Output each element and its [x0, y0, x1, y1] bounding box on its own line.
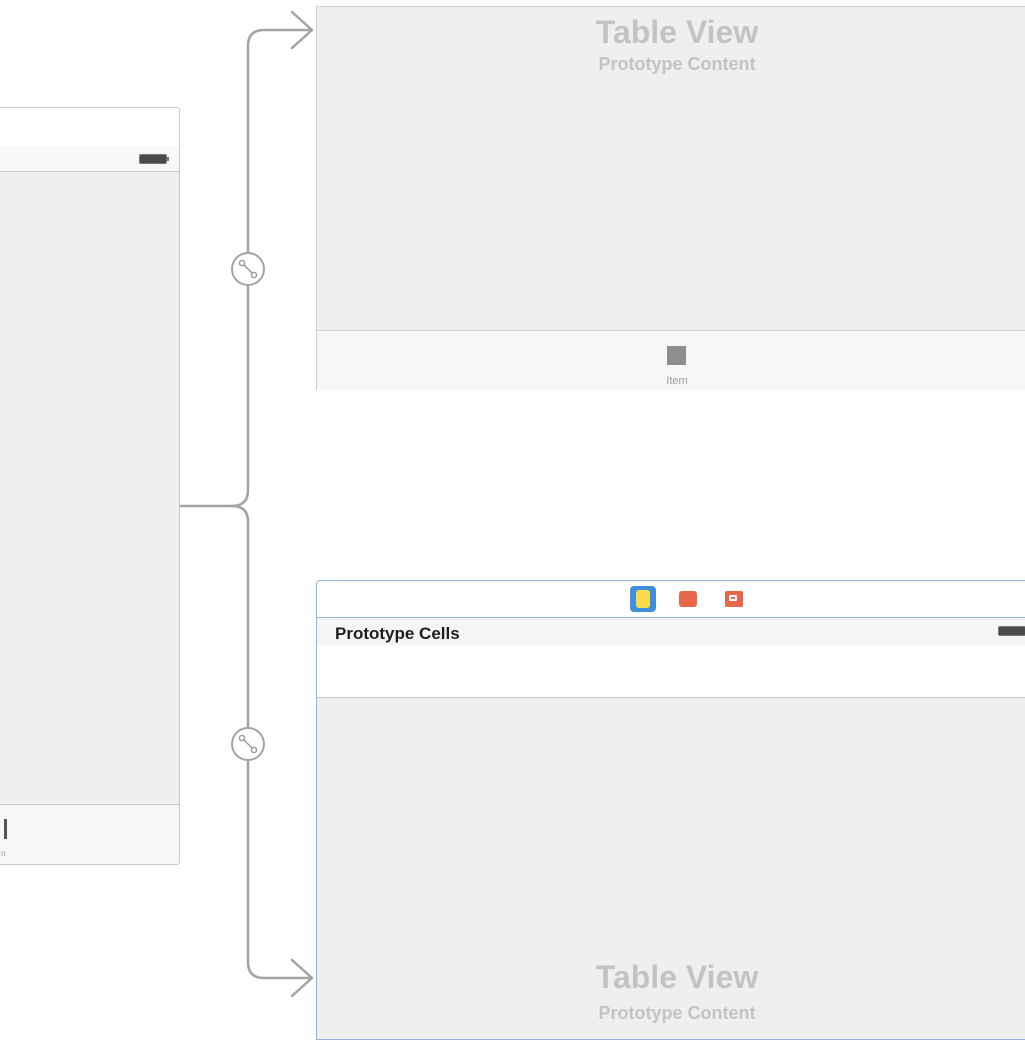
tab-item-label: Item — [666, 375, 688, 387]
tab-item-icon[interactable] — [667, 346, 686, 365]
table-view-title: Table View — [595, 14, 759, 50]
battery-icon — [139, 154, 169, 164]
tab-bar[interactable]: Item — [317, 330, 1025, 390]
table-view-controller-scene[interactable]: Prototype Cells Table View Prototype Con… — [316, 580, 1025, 1040]
tab-item-label: n — [1, 849, 6, 858]
scene-dock — [317, 581, 1025, 618]
prototype-cell[interactable] — [317, 645, 1025, 698]
battery-icon — [998, 626, 1025, 636]
prototype-cells-header: Prototype Cells — [317, 618, 1025, 645]
status-bar — [0, 146, 179, 172]
tab-item-icon — [4, 819, 7, 839]
view-controller-glyph — [636, 590, 650, 608]
table-view-scene[interactable]: Table View Prototype Content Item — [316, 6, 1025, 390]
table-view-subtitle: Prototype Content — [598, 54, 756, 74]
tab-bar[interactable]: n — [0, 804, 179, 864]
exit-icon[interactable] — [725, 591, 743, 607]
first-responder-icon[interactable] — [679, 591, 697, 607]
view-controller-icon[interactable] — [630, 586, 656, 612]
relationship-segue-icon[interactable] — [231, 727, 265, 761]
scene-dock — [0, 108, 179, 146]
prototype-cells-label: Prototype Cells — [335, 624, 460, 643]
tab-bar-controller-scene[interactable]: n — [0, 107, 180, 865]
relationship-segue-icon[interactable] — [231, 252, 265, 286]
table-view-title: Table View — [595, 959, 759, 995]
